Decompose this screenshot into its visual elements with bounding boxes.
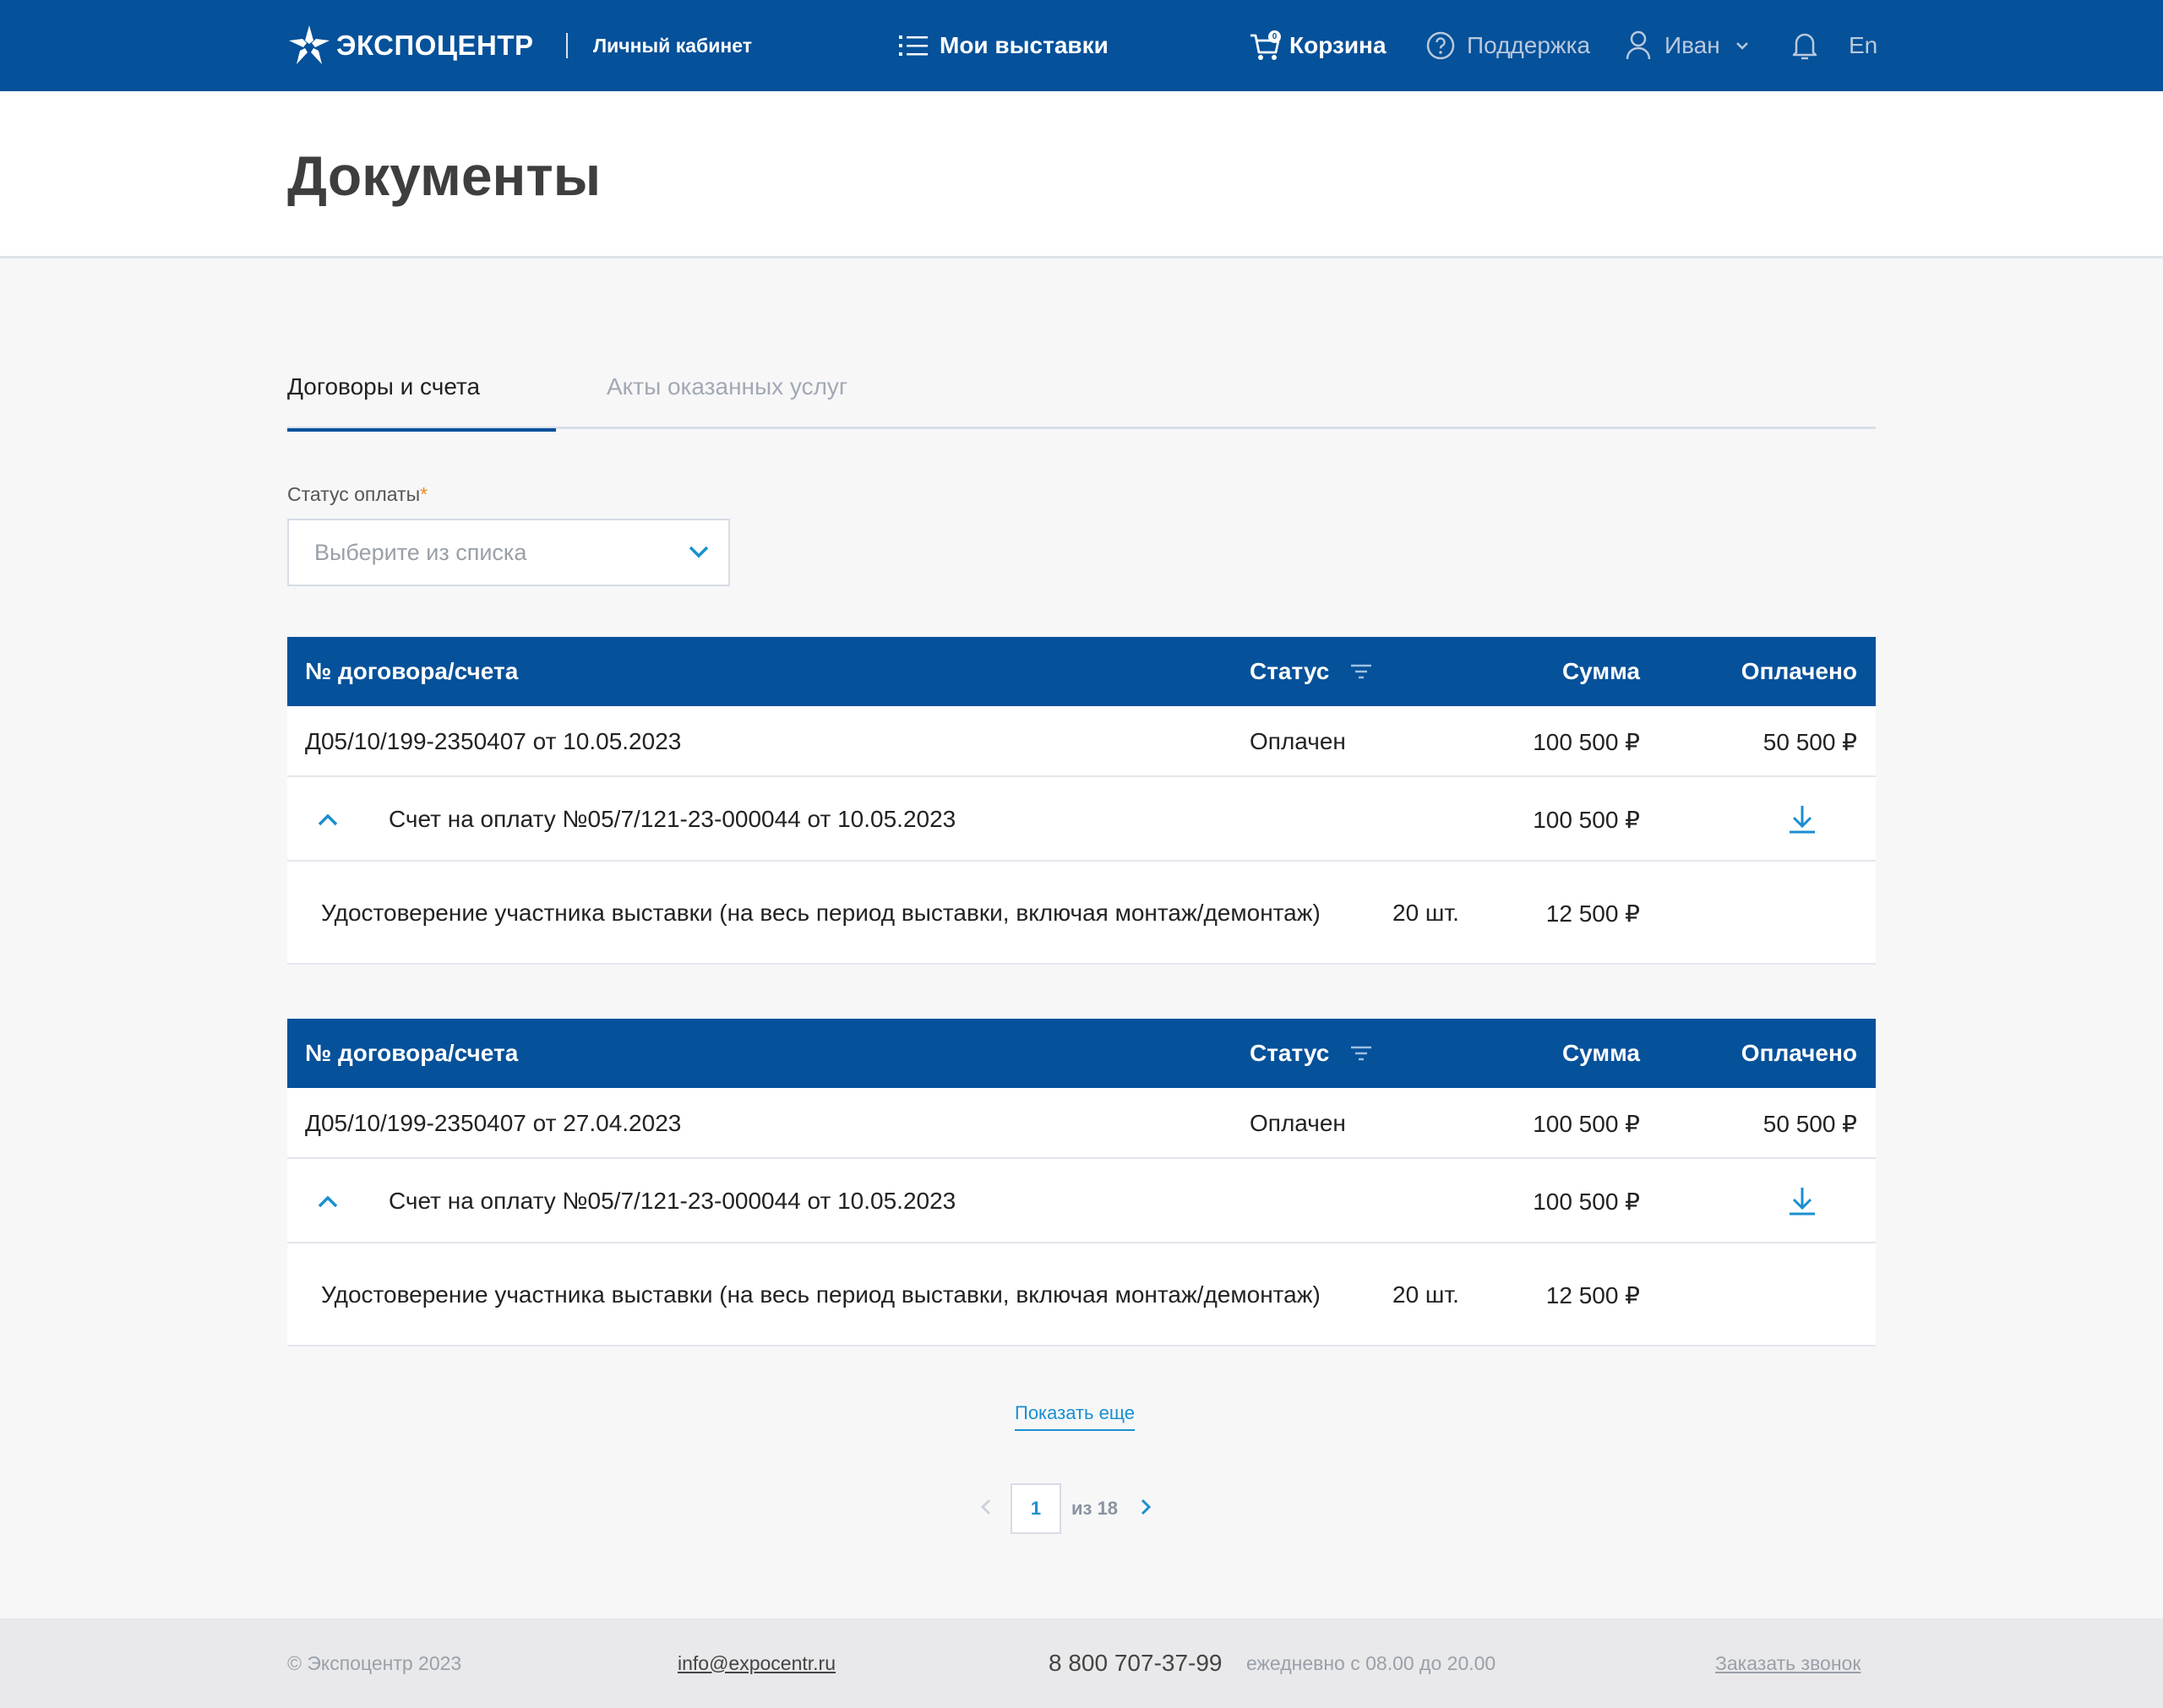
- contract-paid: 50 500 ₽: [1763, 728, 1857, 755]
- collapse-toggle[interactable]: [316, 1159, 340, 1243]
- cabinet-label: Личный кабинет: [593, 34, 752, 57]
- user-icon: [1626, 30, 1651, 60]
- tab-service-acts[interactable]: Акты оказанных услуг: [607, 355, 847, 429]
- pagination: 1 из 18: [980, 1483, 1152, 1534]
- download-icon: [1790, 1188, 1815, 1216]
- document-tabs: Договоры и счета Акты оказанных услуг: [287, 355, 1876, 432]
- required-mark: *: [420, 483, 428, 505]
- nav-support[interactable]: Поддержка: [1426, 0, 1590, 91]
- select-placeholder: Выберите из списка: [314, 539, 527, 565]
- footer-phone[interactable]: 8 800 707-37-99: [1049, 1618, 1223, 1708]
- chevron-up-icon: [318, 813, 338, 826]
- header-number: № договора/счета: [305, 658, 519, 684]
- contract-number: Д05/10/199-2350407 от 10.05.2023: [305, 728, 682, 754]
- logo-star-icon: [289, 25, 330, 64]
- contract-status: Оплачен: [1250, 1110, 1346, 1136]
- contract-sum: 100 500 ₽: [1533, 1110, 1640, 1137]
- header-status[interactable]: Статус: [1250, 637, 1373, 706]
- invoice-sum: 100 500 ₽: [1533, 806, 1640, 833]
- invoice-title: Счет на оплату №05/7/121-23-000044 от 10…: [389, 806, 956, 832]
- nav-my-exhibitions-label: Мои выставки: [940, 32, 1109, 58]
- invoice-sum: 100 500 ₽: [1533, 1188, 1640, 1215]
- invoice-item-row: Удостоверение участника выставки (на вес…: [287, 1243, 1876, 1346]
- chevron-right-icon: [1141, 1499, 1152, 1515]
- footer-email-link[interactable]: info@expocentr.ru: [678, 1618, 836, 1708]
- title-band: Документы: [0, 91, 2163, 258]
- header-number: № договора/счета: [305, 1040, 519, 1066]
- header-paid: Оплачено: [1741, 658, 1857, 684]
- invoice-item-row: Удостоверение участника выставки (на вес…: [287, 862, 1876, 965]
- header-sum: Сумма: [1561, 658, 1640, 684]
- chevron-left-icon: [980, 1499, 991, 1515]
- payment-status-select[interactable]: Выберите из списка: [287, 519, 730, 586]
- header-sum: Сумма: [1561, 1040, 1640, 1066]
- tab-contracts-invoices[interactable]: Договоры и счета: [287, 355, 556, 432]
- header-paid: Оплачено: [1741, 1040, 1857, 1066]
- prev-page-button[interactable]: [980, 1498, 992, 1520]
- bell-icon: [1792, 33, 1817, 60]
- nav-support-label: Поддержка: [1467, 32, 1591, 58]
- table-row: Д05/10/199-2350407 от 10.05.2023 Оплачен…: [287, 706, 1876, 777]
- chevron-down-icon: [1735, 42, 1748, 50]
- callback-link[interactable]: Заказать звонок: [1715, 1618, 1861, 1708]
- item-quantity: 20 шт.: [1392, 900, 1459, 926]
- notifications-button[interactable]: [1790, 0, 1820, 91]
- contract-number: Д05/10/199-2350407 от 27.04.2023: [305, 1110, 682, 1136]
- filter-icon[interactable]: [1349, 1045, 1373, 1062]
- current-page-input[interactable]: 1: [1011, 1483, 1061, 1534]
- page-title: Документы: [287, 144, 602, 207]
- top-navigation-bar: ЭКСПОЦЕНТР Личный кабинет Мои выставки 0…: [0, 0, 2163, 91]
- download-icon: [1790, 806, 1815, 834]
- footer-copyright: © Экспоцентр 2023: [287, 1651, 462, 1674]
- item-sum: 12 500 ₽: [1545, 1281, 1640, 1308]
- next-page-button[interactable]: [1140, 1498, 1152, 1520]
- page-count: из 18: [1071, 1498, 1119, 1519]
- footer-hours: ежедневно с 08.00 до 20.00: [1246, 1651, 1496, 1674]
- filter-icon[interactable]: [1349, 663, 1373, 680]
- table-header: № договора/счета Статус Сумма Оплачено: [287, 1019, 1876, 1088]
- contract-table: № договора/счета Статус Сумма Оплачено Д…: [287, 1019, 1876, 1346]
- collapse-toggle[interactable]: [316, 777, 340, 862]
- logo-text: ЭКСПОЦЕНТР: [336, 30, 534, 61]
- invoice-row: Счет на оплату №05/7/121-23-000044 от 10…: [287, 777, 1876, 862]
- table-header: № договора/счета Статус Сумма Оплачено: [287, 637, 1876, 706]
- item-title: Удостоверение участника выставки (на вес…: [321, 900, 1321, 926]
- download-button[interactable]: [1788, 1159, 1817, 1243]
- payment-status-label: Статус оплаты*: [287, 483, 428, 506]
- item-sum: 12 500 ₽: [1545, 900, 1640, 927]
- invoice-title: Счет на оплату №05/7/121-23-000044 от 10…: [389, 1188, 956, 1214]
- header-status-label: Статус: [1250, 658, 1330, 684]
- header-status-label: Статус: [1250, 1040, 1330, 1066]
- download-button[interactable]: [1788, 777, 1817, 862]
- contract-paid: 50 500 ₽: [1763, 1110, 1857, 1137]
- header-divider: [566, 0, 568, 91]
- user-name: Иван: [1664, 32, 1720, 58]
- contract-table: № договора/счета Статус Сумма Оплачено Д…: [287, 637, 1876, 965]
- nav-cart[interactable]: 0 Корзина: [1249, 0, 1387, 91]
- payment-status-label-text: Статус оплаты: [287, 483, 421, 505]
- chevron-up-icon: [318, 1195, 338, 1208]
- list-icon: [899, 35, 928, 56]
- invoice-row: Счет на оплату №05/7/121-23-000044 от 10…: [287, 1159, 1876, 1243]
- show-more-link[interactable]: Показать еще: [1015, 1402, 1135, 1431]
- cart-badge: 0: [1268, 30, 1281, 43]
- item-title: Удостоверение участника выставки (на вес…: [321, 1281, 1321, 1308]
- contract-status: Оплачен: [1250, 728, 1346, 754]
- nav-my-exhibitions[interactable]: Мои выставки: [899, 0, 1109, 91]
- header-status[interactable]: Статус: [1250, 1019, 1373, 1088]
- footer: © Экспоцентр 2023 info@expocentr.ru 8 80…: [0, 1618, 2163, 1708]
- logo[interactable]: ЭКСПОЦЕНТР: [287, 0, 534, 91]
- table-row: Д05/10/199-2350407 от 27.04.2023 Оплачен…: [287, 1088, 1876, 1159]
- item-quantity: 20 шт.: [1392, 1281, 1459, 1308]
- user-menu[interactable]: Иван: [1626, 0, 1749, 91]
- nav-cart-label: Корзина: [1289, 32, 1387, 58]
- chevron-down-icon: [689, 546, 709, 558]
- contract-sum: 100 500 ₽: [1533, 728, 1640, 755]
- help-circle-icon: [1426, 31, 1455, 60]
- language-switch[interactable]: En: [1849, 0, 1877, 91]
